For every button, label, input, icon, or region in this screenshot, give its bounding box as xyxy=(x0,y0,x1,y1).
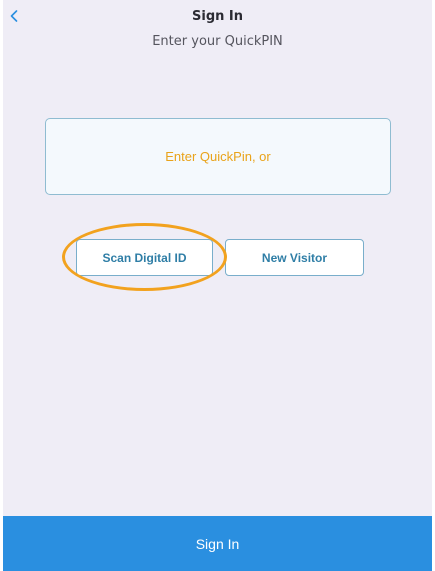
sign-in-screen: Sign In Enter your QuickPIN Scan Digital… xyxy=(3,0,432,571)
quickpin-input[interactable] xyxy=(45,118,391,195)
new-visitor-button[interactable]: New Visitor xyxy=(225,239,364,276)
sign-in-button[interactable]: Sign In xyxy=(3,516,432,571)
page-subtitle: Enter your QuickPIN xyxy=(152,34,283,49)
page-title: Sign In xyxy=(192,9,243,24)
scan-digital-id-button[interactable]: Scan Digital ID xyxy=(76,239,213,276)
